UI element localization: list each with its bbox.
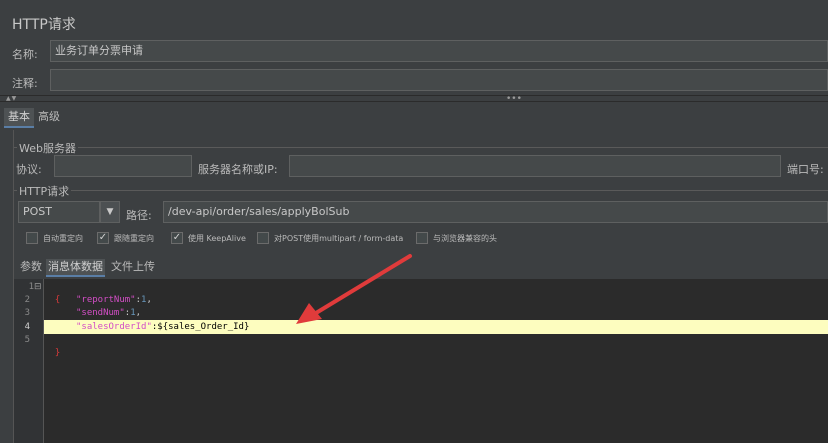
arrow-shaft <box>314 254 412 315</box>
annotation-arrow-icon <box>296 254 412 324</box>
